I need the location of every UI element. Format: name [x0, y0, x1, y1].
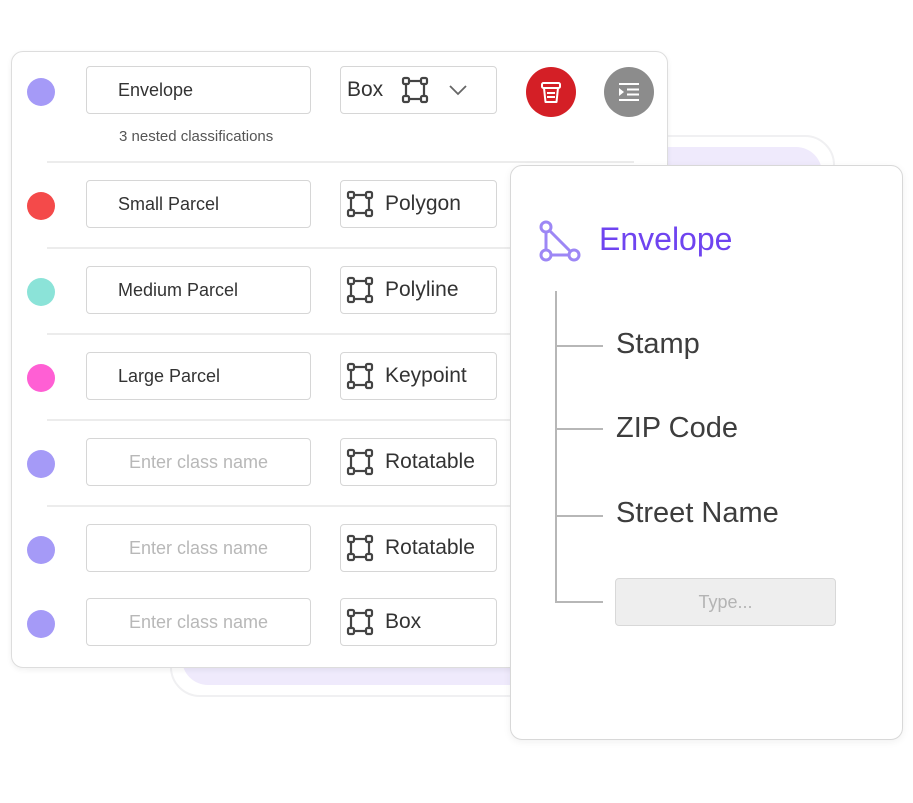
- annotation-type-selector[interactable]: Rotatable: [340, 524, 497, 572]
- nested-classifications-count: 3 nested classifications: [119, 128, 274, 145]
- nested-class-item[interactable]: ZIP Code: [616, 412, 738, 445]
- tree-line: [555, 291, 557, 603]
- bounding-box-icon: [346, 190, 374, 218]
- class-color-dot[interactable]: [27, 536, 55, 564]
- bounding-box-icon: [346, 534, 374, 562]
- class-color-dot[interactable]: [27, 450, 55, 478]
- stage: Box: [0, 0, 913, 803]
- nested-classification-panel: Envelope Stamp ZIP Code Street Name: [510, 165, 903, 740]
- bounding-box-icon: [402, 76, 429, 104]
- nested-class-input[interactable]: [615, 578, 836, 626]
- tree-branch: [555, 345, 603, 347]
- class-name-input[interactable]: [86, 66, 311, 114]
- annotation-type-label: Box: [347, 78, 384, 101]
- bounding-box-icon: [346, 448, 374, 476]
- tree-branch: [555, 515, 603, 517]
- class-name-input[interactable]: [86, 598, 311, 646]
- delete-class-button[interactable]: [526, 67, 576, 117]
- nested-class-item[interactable]: Street Name: [616, 497, 779, 530]
- class-name-input[interactable]: [86, 352, 311, 400]
- bounding-box-icon: [346, 276, 374, 304]
- class-name-input[interactable]: [86, 524, 311, 572]
- annotation-type-label: Polyline: [385, 278, 459, 301]
- annotation-type-selector[interactable]: Rotatable: [340, 438, 497, 486]
- class-color-dot[interactable]: [27, 610, 55, 638]
- nested-classifications-button[interactable]: [604, 67, 654, 117]
- annotation-type-label: Box: [385, 610, 422, 633]
- class-name-input[interactable]: [86, 266, 311, 314]
- class-name-input[interactable]: [86, 438, 311, 486]
- indent-list-icon: [619, 83, 639, 101]
- row-divider: [47, 161, 634, 163]
- annotation-type-label: Keypoint: [385, 364, 467, 387]
- class-color-dot[interactable]: [27, 78, 55, 106]
- class-color-dot[interactable]: [27, 364, 55, 392]
- bounding-box-icon: [346, 362, 374, 390]
- class-name-input[interactable]: [86, 180, 311, 228]
- bounding-box-icon: [346, 608, 374, 636]
- tree-branch: [555, 428, 603, 430]
- annotation-type-selector[interactable]: Box: [340, 598, 497, 646]
- annotation-type-selector[interactable]: Keypoint: [340, 352, 497, 400]
- trash-icon: [541, 82, 561, 103]
- annotation-type-selector[interactable]: Polygon: [340, 180, 497, 228]
- annotation-type-selector[interactable]: Polyline: [340, 266, 497, 314]
- annotation-type-label: Polygon: [385, 192, 461, 215]
- annotation-type-label: Rotatable: [385, 450, 475, 473]
- annotation-type-label: Rotatable: [385, 536, 475, 559]
- class-color-dot[interactable]: [27, 278, 55, 306]
- polygon-triangle-icon: [539, 220, 581, 262]
- class-color-dot[interactable]: [27, 192, 55, 220]
- class-row-envelope: Box: [12, 66, 667, 117]
- nested-class-item[interactable]: Stamp: [616, 328, 700, 361]
- panel-title: Envelope: [599, 221, 733, 257]
- chevron-down-icon: [449, 85, 467, 96]
- tree-branch: [555, 601, 603, 603]
- annotation-type-dropdown[interactable]: Box: [340, 66, 497, 114]
